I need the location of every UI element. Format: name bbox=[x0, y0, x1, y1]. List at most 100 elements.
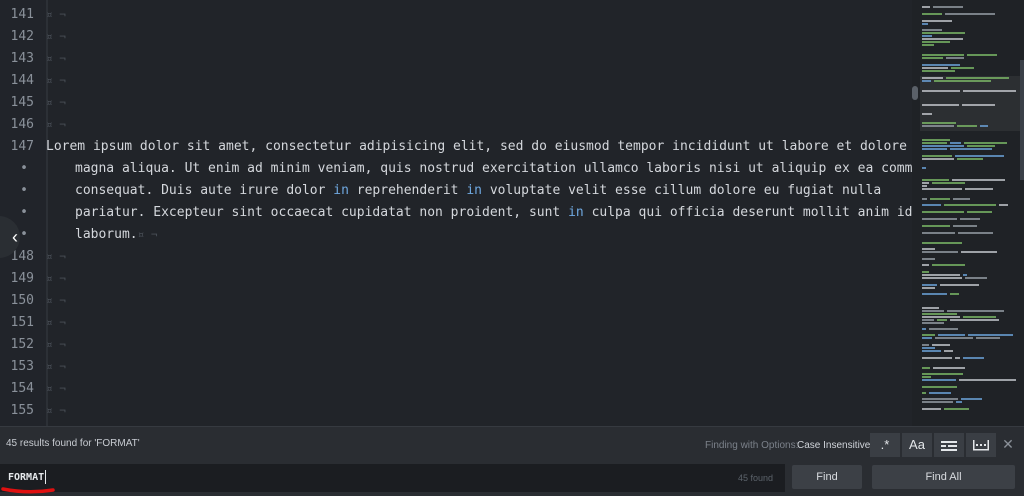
code-wrap-line[interactable]: consequat. Duis aute irure dolor in repr… bbox=[46, 180, 881, 202]
code-line[interactable]: ¤ ¬ bbox=[46, 4, 66, 26]
code-line[interactable]: ¤ ¬ bbox=[46, 92, 66, 114]
minimap-line bbox=[922, 350, 941, 352]
minimap-scroll-thumb[interactable] bbox=[912, 86, 918, 100]
minimap-line bbox=[922, 104, 959, 106]
minimap-line bbox=[938, 334, 965, 336]
line-number: 149 bbox=[10, 271, 34, 286]
minimap-line bbox=[922, 122, 956, 124]
minimap-line bbox=[932, 344, 950, 346]
collapse-arrow-button[interactable]: ‹ bbox=[0, 216, 20, 258]
minimap-line bbox=[922, 277, 962, 279]
minimap-line bbox=[950, 319, 999, 321]
minimap-line bbox=[922, 376, 931, 378]
minimap-line bbox=[922, 347, 935, 349]
minimap-line bbox=[960, 218, 980, 220]
code-line[interactable]: ¤ ¬ bbox=[46, 312, 66, 334]
code-text: pariatur. Excepteur sint occaecat cupida… bbox=[75, 205, 569, 220]
minimap-line bbox=[952, 179, 1005, 181]
minimap-line bbox=[922, 158, 954, 160]
whitespace-marker: ¤ ¬ bbox=[46, 96, 66, 109]
code-line[interactable]: ¤ ¬ bbox=[46, 290, 66, 312]
whitespace-marker: ¤ ¬ bbox=[46, 250, 66, 263]
line-number: 154 bbox=[10, 381, 34, 396]
code-text: Lorem ipsum dolor sit amet, consectetur … bbox=[46, 139, 907, 154]
whitespace-marker: ¤ ¬ bbox=[46, 338, 66, 351]
line-number: 155 bbox=[10, 403, 34, 418]
code-line[interactable]: ¤ ¬ bbox=[46, 268, 66, 290]
minimap-line bbox=[964, 142, 1007, 144]
code-text: laborum. bbox=[75, 227, 138, 242]
minimap-line bbox=[955, 357, 960, 359]
line-number: 153 bbox=[10, 359, 34, 374]
minimap-line bbox=[959, 379, 1016, 381]
in-selection-icon bbox=[973, 439, 989, 451]
code-line[interactable]: ¤ ¬ bbox=[46, 114, 66, 136]
minimap-line bbox=[922, 408, 941, 410]
code-line-lorem[interactable]: Lorem ipsum dolor sit amet, consectetur … bbox=[46, 136, 907, 158]
line-number: 143 bbox=[10, 51, 34, 66]
chevron-left-icon: ‹ bbox=[12, 227, 18, 247]
find-all-button[interactable]: Find All bbox=[872, 465, 1015, 489]
minimap-line bbox=[945, 13, 995, 15]
find-status-text: 45 results found for 'FORMAT' bbox=[6, 438, 140, 449]
whole-word-toggle-button[interactable] bbox=[934, 433, 964, 457]
minimap-line bbox=[922, 67, 948, 69]
code-line[interactable]: ¤ ¬ bbox=[46, 48, 66, 70]
code-wrap-line[interactable]: laborum.¤ ¬ bbox=[46, 224, 158, 246]
code-line[interactable]: ¤ ¬ bbox=[46, 246, 66, 268]
minimap-line bbox=[922, 77, 943, 79]
minimap-line bbox=[922, 367, 930, 369]
wrap-marker: • bbox=[20, 161, 28, 176]
minimap-line bbox=[922, 293, 947, 295]
minimap-line bbox=[922, 284, 937, 286]
minimap-line bbox=[922, 35, 932, 37]
close-find-panel-button[interactable]: ✕ bbox=[1000, 434, 1016, 454]
minimap[interactable] bbox=[912, 0, 1024, 426]
code-line[interactable]: ¤ ¬ bbox=[46, 70, 66, 92]
minimap-line bbox=[922, 57, 943, 59]
minimap-line bbox=[950, 142, 961, 144]
whitespace-marker: ¤ ¬ bbox=[46, 8, 66, 21]
regex-toggle-button[interactable]: .* bbox=[870, 433, 900, 457]
minimap-line bbox=[950, 148, 992, 150]
minimap-line bbox=[976, 337, 1000, 339]
in-selection-toggle-button[interactable] bbox=[966, 433, 996, 457]
case-sensitive-toggle-button[interactable]: Aa bbox=[902, 433, 932, 457]
minimap-line bbox=[934, 80, 991, 82]
vertical-scrollbar[interactable] bbox=[1020, 60, 1024, 180]
minimap-line bbox=[922, 319, 934, 321]
code-area[interactable]: ¤ ¬ ¤ ¬ ¤ ¬ ¤ ¬ ¤ ¬ ¤ ¬ Lorem ipsum dolo… bbox=[46, 0, 944, 426]
minimap-line bbox=[922, 142, 947, 144]
minimap-line bbox=[922, 310, 944, 312]
minimap-line bbox=[922, 211, 964, 213]
minimap-line bbox=[932, 264, 965, 266]
minimap-line bbox=[929, 392, 951, 394]
code-wrap-line[interactable]: magna aliqua. Ut enim ad minim veniam, q… bbox=[46, 158, 936, 180]
minimap-line bbox=[967, 211, 992, 213]
code-line[interactable]: ¤ ¬ bbox=[46, 378, 66, 400]
code-wrap-line[interactable]: pariatur. Excepteur sint occaecat cupida… bbox=[46, 202, 944, 224]
minimap-line bbox=[922, 357, 952, 359]
minimap-line bbox=[922, 148, 947, 150]
minimap-line bbox=[932, 182, 965, 184]
editor[interactable]: 141 142 143 144 145 146 147 • • • • 148 … bbox=[0, 0, 1024, 426]
line-number: 146 bbox=[10, 117, 34, 132]
minimap-line bbox=[922, 398, 958, 400]
find-input-field[interactable]: FORMAT 45 found bbox=[0, 464, 785, 492]
minimap-line bbox=[940, 284, 979, 286]
minimap-line bbox=[922, 204, 941, 206]
find-button[interactable]: Find bbox=[792, 465, 862, 489]
code-line[interactable]: ¤ ¬ bbox=[46, 400, 66, 422]
minimap-line bbox=[922, 313, 957, 315]
minimap-line bbox=[922, 179, 949, 181]
whitespace-marker: ¤ ¬ bbox=[137, 228, 158, 241]
found-count-text: 45 found bbox=[737, 473, 773, 483]
minimap-line bbox=[922, 232, 955, 234]
minimap-line bbox=[922, 155, 952, 157]
code-line[interactable]: ¤ ¬ bbox=[46, 356, 66, 378]
keyword: in bbox=[466, 183, 482, 198]
code-line[interactable]: ¤ ¬ bbox=[46, 26, 66, 48]
code-line[interactable]: ¤ ¬ bbox=[46, 334, 66, 356]
find-panel: 45 results found for 'FORMAT' Finding wi… bbox=[0, 426, 1024, 496]
minimap-line bbox=[922, 64, 960, 66]
